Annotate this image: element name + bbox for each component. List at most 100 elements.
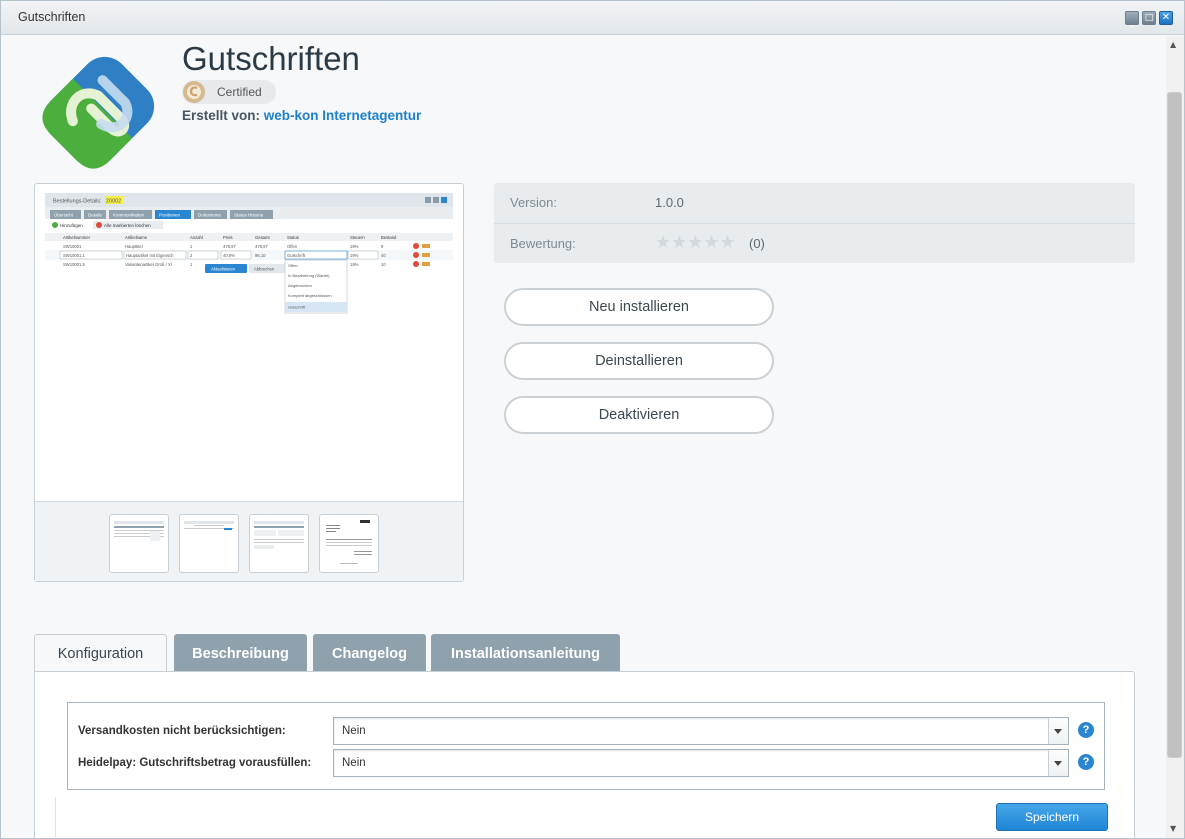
thumbnail-2[interactable] xyxy=(179,514,239,573)
help-icon[interactable]: ? xyxy=(1078,754,1094,770)
scrollbar-thumb[interactable] xyxy=(1167,92,1182,758)
shot-r1-c5: 478,97 xyxy=(255,244,268,249)
rating-stars: ★★★★★ xyxy=(655,232,736,253)
shot-col-4: Preis xyxy=(223,235,233,240)
shot-r3-c2: Variantenartikel Groß / Xl xyxy=(125,262,172,267)
screenshot-gallery: Bestellungs-Details: 20002 Übersicht Det… xyxy=(34,183,464,582)
rating-label: Bewertung: xyxy=(510,236,576,251)
deactivate-button[interactable]: Deaktivieren xyxy=(504,396,774,434)
configuration-panel: Versandkosten nicht berücksichtigen: Nei… xyxy=(34,671,1135,838)
shot-col-3: Anzahl xyxy=(190,235,203,240)
thumbnail-3[interactable] xyxy=(249,514,309,573)
chevron-down-icon xyxy=(1054,729,1062,734)
shot-r3-c8: 10 xyxy=(381,262,386,267)
shot-tab-6: Status Historie xyxy=(234,213,264,218)
shot-opt-3: Abgebrochen xyxy=(288,283,312,288)
shot-opt-1: Offen xyxy=(288,263,298,268)
shot-cancel-label: Abbrechen xyxy=(254,267,275,272)
main-screenshot[interactable]: Bestellungs-Details: 20002 Übersicht Det… xyxy=(45,193,453,325)
thumbnail-1[interactable] xyxy=(109,514,169,573)
plugin-info-box: Version: 1.0.0 Bewertung: ★★★★★ (0) xyxy=(494,183,1135,263)
shot-opt-5: Gutschrift xyxy=(288,305,306,310)
heidelpay-dropdown-trigger[interactable] xyxy=(1048,750,1068,776)
shot-r2-c2: Hauptartikel mit Eigensch xyxy=(126,253,174,258)
heidelpay-select-value: Nein xyxy=(342,757,366,769)
thumbnail-strip xyxy=(35,501,463,581)
plugin-title: Gutschriften xyxy=(182,40,360,77)
shot-r1-c2: Haupttitel xyxy=(125,244,143,249)
shot-window-title: Bestellungs-Details: xyxy=(53,199,102,205)
shot-col-5: Gesamt xyxy=(255,235,270,240)
shot-r1-c1: SW10001 xyxy=(63,244,82,249)
shot-r1-c4: 478,97 xyxy=(223,244,236,249)
reinstall-button[interactable]: Neu installieren xyxy=(504,288,774,326)
certified-badge: Certified xyxy=(182,80,276,104)
author-line: Erstellt von: web-kon Internetagentur xyxy=(182,108,421,123)
shot-r2-c4: 40,0% xyxy=(223,253,235,258)
certified-label: Certified xyxy=(217,85,262,99)
version-value: 1.0.0 xyxy=(655,195,684,210)
plugin-detail-content: Gutschriften Certified Erstellt von: web… xyxy=(2,36,1166,838)
shot-order-no: 20002 xyxy=(106,199,121,205)
shot-opt-4: Komplett abgeschlossen xyxy=(288,293,332,298)
shot-col-8: Bestand xyxy=(381,235,397,240)
author-link[interactable]: web-kon Internetagentur xyxy=(264,108,422,123)
config-row-shipping: Versandkosten nicht berücksichtigen: Nei… xyxy=(68,717,1104,747)
help-icon[interactable]: ? xyxy=(1078,722,1094,738)
heidelpay-select[interactable]: Nein xyxy=(333,749,1069,777)
shot-update-label: Aktualisieren xyxy=(211,267,236,272)
tab-installationsanleitung[interactable]: Installationsanleitung xyxy=(431,634,620,672)
thumbnail-4[interactable] xyxy=(319,514,379,573)
tab-changelog[interactable]: Changelog xyxy=(313,634,426,672)
maximize-icon: □ xyxy=(1144,13,1154,23)
shot-add-label: Hinzufügen xyxy=(60,223,83,228)
heidelpay-field-label: Heidelpay: Gutschriftsbetrag vorausfülle… xyxy=(78,757,312,769)
minimize-icon: _ xyxy=(1129,16,1135,27)
shot-tab-1: Übersicht xyxy=(54,212,74,218)
close-icon: ✕ xyxy=(1161,12,1171,23)
certified-seal-icon xyxy=(183,81,205,103)
shipping-dropdown-trigger[interactable] xyxy=(1048,718,1068,744)
uninstall-button[interactable]: Deinstallieren xyxy=(504,342,774,380)
rating-row: Bewertung: ★★★★★ (0) xyxy=(494,223,1135,263)
scroll-down-icon[interactable]: ▼ xyxy=(1170,824,1176,833)
shot-tab-3: Kommunikation xyxy=(113,213,145,218)
shot-r2-c1: SW10001.1 xyxy=(63,253,86,258)
shot-tab-4: Positionen xyxy=(159,213,181,218)
shipping-select-value: Nein xyxy=(342,725,366,737)
save-button[interactable]: Speichern xyxy=(996,803,1108,831)
vertical-scrollbar[interactable]: ▲ ▼ xyxy=(1166,36,1184,838)
shot-tab-2: Details xyxy=(88,213,103,218)
shot-r3-c7: 19% xyxy=(350,262,359,267)
tab-konfiguration[interactable]: Konfiguration xyxy=(34,634,167,673)
shot-col-7: Steuern xyxy=(350,235,365,240)
window-title: Gutschriften xyxy=(18,10,86,24)
shipping-field-label: Versandkosten nicht berücksichtigen: xyxy=(78,725,286,737)
chevron-down-icon xyxy=(1054,761,1062,766)
shipping-select[interactable]: Nein xyxy=(333,717,1069,745)
shot-tab-5: Dokumente xyxy=(198,213,222,218)
shot-delete-label: Alle markierten löschen xyxy=(104,223,151,228)
maximize-button[interactable]: □ xyxy=(1142,11,1156,25)
divider xyxy=(55,797,56,837)
minimize-button[interactable]: _ xyxy=(1125,11,1139,27)
config-fieldset: Versandkosten nicht berücksichtigen: Nei… xyxy=(67,702,1105,790)
close-button[interactable]: ✕ xyxy=(1159,11,1173,25)
shot-col-6: Status xyxy=(287,235,299,240)
scroll-up-icon[interactable]: ▲ xyxy=(1170,40,1176,49)
version-row: Version: 1.0.0 xyxy=(494,183,1135,223)
shot-opt-2: In Bearbeitung (Wartet) xyxy=(288,273,330,278)
shot-r2-c8: 40 xyxy=(381,253,386,258)
shot-r1-c6: Offen xyxy=(287,244,298,249)
shot-col-1: Artikelnummer xyxy=(63,235,91,240)
version-label: Version: xyxy=(510,195,557,210)
plugin-window: Gutschriften _ □ ✕ Gutschriften Certifie… xyxy=(0,0,1185,839)
author-prefix: Erstellt von: xyxy=(182,108,261,123)
plugin-logo xyxy=(42,56,155,169)
rating-count: (0) xyxy=(749,236,765,251)
shot-r3-c1: SW10001.5 xyxy=(63,262,86,267)
shot-r1-c7: 19% xyxy=(350,244,359,249)
tab-beschreibung[interactable]: Beschreibung xyxy=(174,634,307,672)
window-titlebar[interactable]: Gutschriften _ □ ✕ xyxy=(1,1,1184,35)
config-row-heidelpay: Heidelpay: Gutschriftsbetrag vorausfülle… xyxy=(68,749,1104,779)
